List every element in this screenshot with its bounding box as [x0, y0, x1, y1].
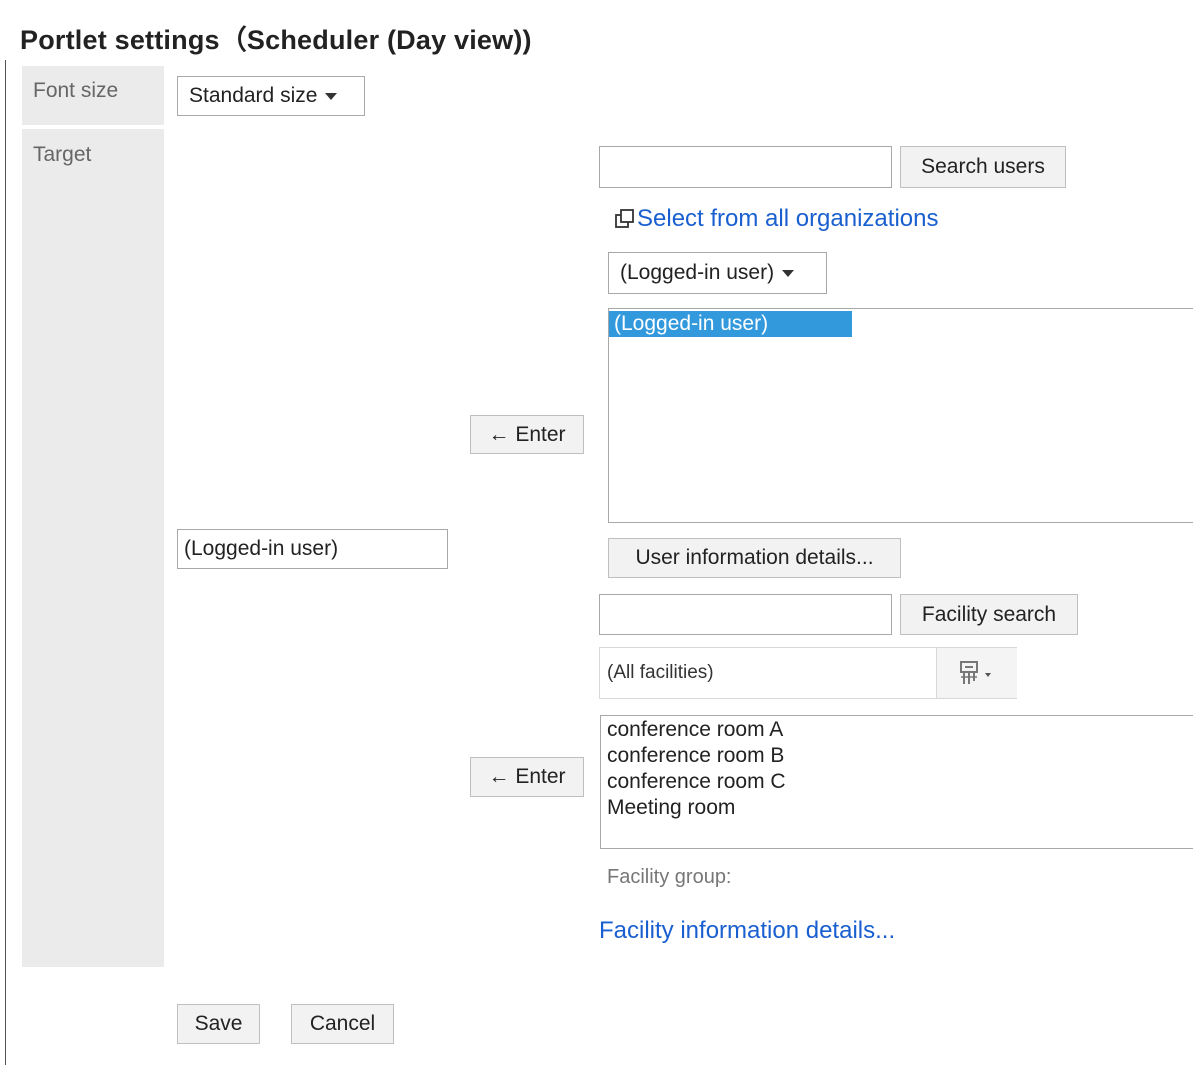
user-listbox[interactable]: (Logged-in user) — [608, 308, 1193, 523]
facility-details-link[interactable]: Facility information details... — [599, 917, 895, 945]
font-size-label: Font size — [33, 79, 119, 102]
org-tree-button[interactable] — [936, 648, 1017, 698]
frame-border — [5, 60, 6, 1065]
user-details-button[interactable]: User information details... — [608, 538, 901, 578]
select-all-orgs-label: Select from all organizations — [637, 205, 939, 232]
list-item[interactable]: conference room C — [601, 769, 1193, 795]
user-enter-button[interactable]: ← Enter — [470, 415, 584, 454]
target-label-cell: Target — [22, 129, 164, 967]
user-search-input[interactable] — [599, 146, 892, 188]
chevron-down-icon — [325, 92, 338, 100]
font-size-dropdown[interactable]: Standard size — [177, 76, 365, 116]
org-dropdown-value: (Logged-in user) — [620, 261, 775, 284]
facility-search-input[interactable] — [599, 594, 892, 635]
facility-group-value: (All facilities) — [607, 662, 714, 683]
font-size-label-cell: Font size — [22, 66, 164, 125]
list-item[interactable]: conference room B — [601, 743, 1193, 769]
save-button[interactable]: Save — [177, 1004, 260, 1044]
select-all-orgs-link[interactable]: Select from all organizations — [613, 205, 938, 233]
cancel-button[interactable]: Cancel — [291, 1004, 394, 1044]
search-users-button[interactable]: Search users — [900, 146, 1066, 188]
facility-enter-button[interactable]: ← Enter — [470, 757, 584, 797]
facility-group-label: Facility group: — [607, 866, 732, 888]
org-dropdown[interactable]: (Logged-in user) — [608, 252, 827, 294]
facility-group-selector[interactable]: (All facilities) — [599, 647, 1017, 699]
chevron-down-icon — [782, 269, 795, 277]
facility-listbox[interactable]: conference room A conference room B conf… — [600, 715, 1193, 849]
page-title: Portlet settings（Scheduler (Day view)) — [20, 25, 532, 55]
target-selected-value: (Logged-in user) — [184, 537, 339, 560]
font-size-value: Standard size — [189, 84, 318, 107]
list-item[interactable]: conference room A — [601, 717, 1193, 743]
target-selected-field[interactable]: (Logged-in user) — [177, 529, 448, 569]
org-tree-icon — [960, 661, 991, 684]
list-item[interactable]: (Logged-in user) — [609, 311, 852, 337]
facility-search-button[interactable]: Facility search — [900, 594, 1078, 635]
popup-window-icon — [615, 209, 634, 228]
target-label: Target — [33, 143, 92, 166]
list-item[interactable]: Meeting room — [601, 795, 1193, 821]
